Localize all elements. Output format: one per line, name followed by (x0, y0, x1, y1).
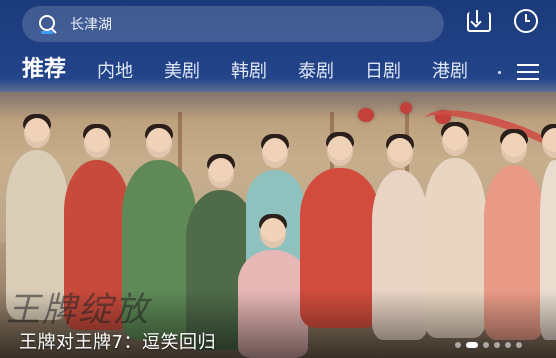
tab-thai-drama[interactable]: 泰剧 (298, 60, 334, 84)
carousel-dot (483, 342, 489, 348)
tab-recommend[interactable]: 推荐 (22, 58, 66, 82)
lantern-decoration (400, 102, 412, 114)
search-input[interactable]: 长津湖 (70, 14, 112, 34)
active-tab-indicator (41, 31, 53, 34)
download-icon[interactable] (465, 8, 493, 36)
carousel-dot (516, 342, 522, 348)
category-tabs: 推荐 内地 美剧 韩剧 泰剧 日剧 港剧 (0, 58, 556, 92)
carousel-dot (494, 342, 500, 348)
tab-us-drama[interactable]: 美剧 (164, 60, 200, 84)
tab-korean-drama[interactable]: 韩剧 (231, 60, 267, 84)
carousel-dot (505, 342, 511, 348)
history-icon[interactable] (513, 8, 541, 36)
more-tabs-indicator (498, 71, 501, 74)
banner-title[interactable]: 王牌对王牌7：逗笑回归 (19, 328, 216, 354)
tab-japanese-drama[interactable]: 日剧 (365, 60, 401, 84)
search-bar[interactable]: 长津湖 (22, 6, 444, 42)
tab-mainland[interactable]: 内地 (97, 60, 133, 84)
lantern-decoration (358, 108, 374, 122)
hero-banner-image[interactable]: 王牌绽放 (0, 0, 556, 358)
carousel-dot-active (466, 342, 478, 348)
carousel-dot (455, 342, 461, 348)
menu-icon[interactable] (517, 63, 539, 81)
tab-hk-drama[interactable]: 港剧 (432, 60, 468, 84)
